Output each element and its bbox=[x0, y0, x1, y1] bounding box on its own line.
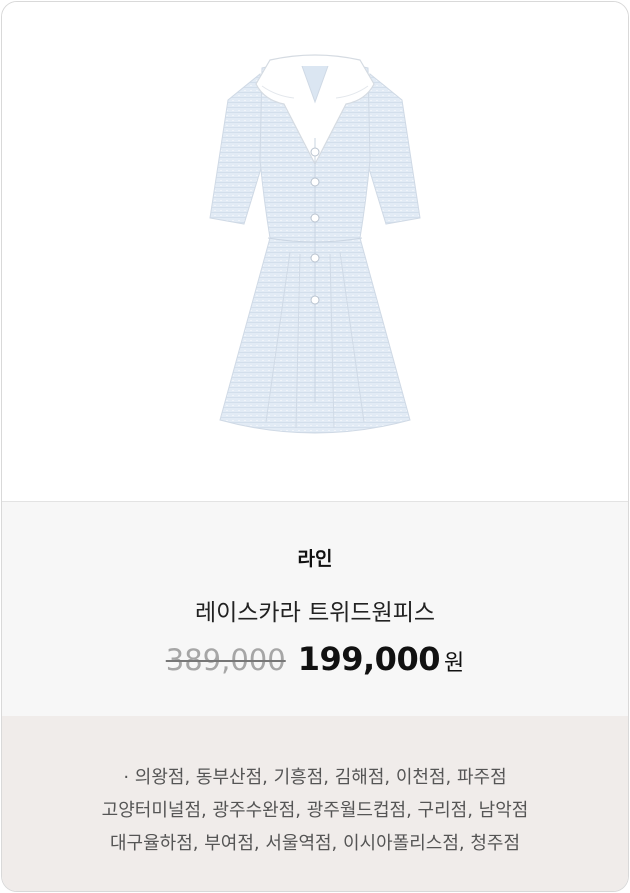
product-card[interactable]: 라인 레이스카라 트위드원피스 389,000 199,000 원 · 의왕점,… bbox=[1, 1, 629, 892]
store-list-line: 고양터미널점, 광주수완점, 광주월드컵점, 구리점, 남악점 bbox=[101, 800, 529, 821]
dress-illustration bbox=[209, 54, 421, 434]
store-list-line: · 의왕점, 동부산점, 기흥점, 김해점, 이천점, 파주점 bbox=[123, 767, 507, 788]
store-list: · 의왕점, 동부산점, 기흥점, 김해점, 이천점, 파주점 고양터미널점, … bbox=[2, 716, 628, 891]
product-title[interactable]: 레이스카라 트위드원피스 bbox=[2, 593, 628, 627]
original-price: 389,000 bbox=[165, 643, 286, 677]
sale-price: 199,000 bbox=[297, 640, 441, 678]
product-info: 라인 레이스카라 트위드원피스 389,000 199,000 원 bbox=[2, 502, 628, 716]
product-image[interactable] bbox=[2, 2, 628, 502]
brand-name: 라인 bbox=[297, 548, 333, 570]
price-row: 389,000 199,000 원 bbox=[2, 640, 628, 678]
store-list-line: 대구율하점, 부여점, 서울역점, 이시아폴리스점, 청주점 bbox=[109, 833, 521, 854]
currency-unit: 원 bbox=[443, 651, 465, 676]
